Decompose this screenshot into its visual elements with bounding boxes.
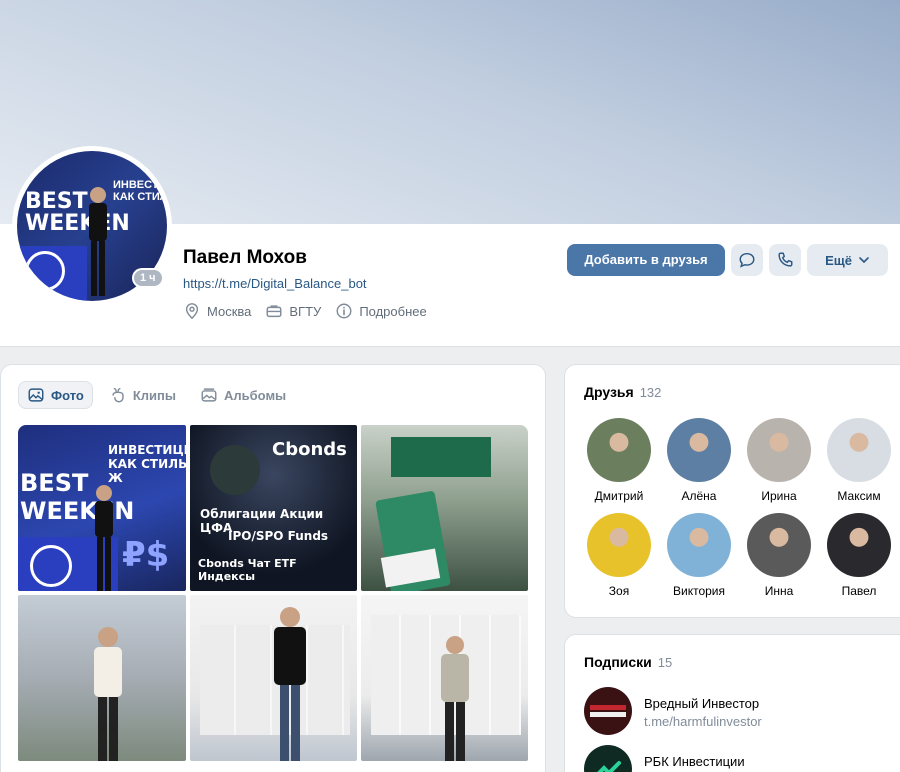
photo-thumbnail[interactable] bbox=[361, 425, 528, 591]
friend-item[interactable]: Зоя bbox=[579, 513, 659, 598]
more-button[interactable]: Ещё bbox=[807, 244, 888, 276]
tab-albums[interactable]: Альбомы bbox=[192, 381, 294, 409]
friend-avatar bbox=[587, 513, 651, 577]
location-icon bbox=[185, 303, 199, 320]
chart-trend-icon bbox=[597, 761, 621, 772]
friend-item[interactable]: Дмитрий bbox=[579, 418, 659, 503]
friend-name: Дмитрий bbox=[594, 489, 644, 503]
tab-photos[interactable]: Фото bbox=[18, 381, 93, 409]
photo-icon bbox=[28, 388, 44, 402]
friend-name: Инна bbox=[764, 584, 794, 598]
photo-thumbnail[interactable] bbox=[361, 595, 528, 761]
tab-clips[interactable]: Клипы bbox=[101, 381, 184, 409]
friends-title[interactable]: Друзья 132 bbox=[584, 384, 661, 400]
photo-thumbnail[interactable]: Cbonds Облигации Акции ЦФА IPO/SPO Funds… bbox=[190, 425, 357, 591]
profile-name: Павел Мохов bbox=[183, 247, 307, 268]
briefcase-icon bbox=[266, 305, 282, 318]
subscription-avatar bbox=[584, 745, 632, 772]
message-icon bbox=[739, 252, 755, 268]
friend-item[interactable]: Инна bbox=[739, 513, 819, 598]
education-info: ВГТУ bbox=[265, 302, 321, 320]
message-button[interactable] bbox=[731, 244, 763, 276]
friends-panel: Друзья 132 Дмитрий Алёна Ирина Максим Зоя Викт… bbox=[564, 364, 900, 618]
profile-link[interactable]: https://t.me/Digital_Balance_bot bbox=[183, 276, 367, 291]
friend-item[interactable]: Максим bbox=[819, 418, 899, 503]
info-icon bbox=[336, 303, 352, 319]
friend-avatar bbox=[667, 418, 731, 482]
friend-name: Павел bbox=[841, 584, 877, 598]
chevron-down-icon bbox=[859, 257, 869, 264]
photo-thumbnail[interactable]: ИНВЕСТИЦИИКАК СТИЛЬ Ж BESTWEEKEN ₽$ bbox=[18, 425, 186, 591]
friend-avatar bbox=[587, 418, 651, 482]
subscription-item[interactable]: РБК Инвестиции bbox=[584, 745, 745, 772]
city-info: Москва bbox=[183, 302, 251, 320]
photo-tabs: Фото Клипы Альбомы bbox=[18, 381, 294, 409]
photo-thumbnail[interactable] bbox=[190, 595, 357, 761]
friend-avatar bbox=[827, 513, 891, 577]
online-status-badge: 1 ч bbox=[132, 268, 164, 288]
friend-name: Максим bbox=[837, 489, 881, 503]
photos-panel: Фото Клипы Альбомы ИНВЕСТИЦИИКАК СТИЛЬ Ж… bbox=[0, 364, 546, 772]
avatar-person bbox=[89, 187, 107, 296]
friend-item[interactable]: Алёна bbox=[659, 418, 739, 503]
friend-name: Зоя bbox=[608, 584, 630, 598]
friend-avatar bbox=[667, 513, 731, 577]
friends-grid: Дмитрий Алёна Ирина Максим Зоя Виктория Инна Па… bbox=[579, 418, 899, 598]
add-friend-button[interactable]: Добавить в друзья bbox=[567, 244, 725, 276]
photo-thumbnail[interactable] bbox=[18, 595, 186, 761]
friend-avatar bbox=[747, 513, 811, 577]
subscriptions-panel: Подписки 15 Вредный Инвестор t.me/harmful… bbox=[564, 634, 900, 772]
profile-meta: Москва ВГТУ Подробнее bbox=[183, 302, 427, 320]
avatar-text-2: ИНВЕСТИЦИИ КАК СТИЛЬ bbox=[113, 179, 167, 203]
subscriptions-title[interactable]: Подписки 15 bbox=[584, 654, 672, 670]
details-link[interactable]: Подробнее bbox=[335, 302, 427, 320]
friend-name: Алёна bbox=[681, 489, 717, 503]
phone-icon bbox=[778, 252, 793, 267]
friend-item[interactable]: Ирина bbox=[739, 418, 819, 503]
subscription-item[interactable]: Вредный Инвестор t.me/harmfulinvestor bbox=[584, 687, 762, 735]
friend-name: Виктория bbox=[672, 584, 725, 598]
harmful-investor-logo bbox=[590, 705, 626, 717]
friend-item[interactable]: Павел bbox=[819, 513, 899, 598]
subscription-avatar bbox=[584, 687, 632, 735]
call-button[interactable] bbox=[769, 244, 801, 276]
friend-item[interactable]: Виктория bbox=[659, 513, 739, 598]
friend-name: Ирина bbox=[761, 489, 797, 503]
albums-icon bbox=[201, 388, 217, 402]
friend-avatar bbox=[827, 418, 891, 482]
friend-avatar bbox=[747, 418, 811, 482]
clips-icon bbox=[112, 387, 124, 403]
photo-grid: ИНВЕСТИЦИИКАК СТИЛЬ Ж BESTWEEKEN ₽$ Cbon… bbox=[18, 425, 528, 761]
